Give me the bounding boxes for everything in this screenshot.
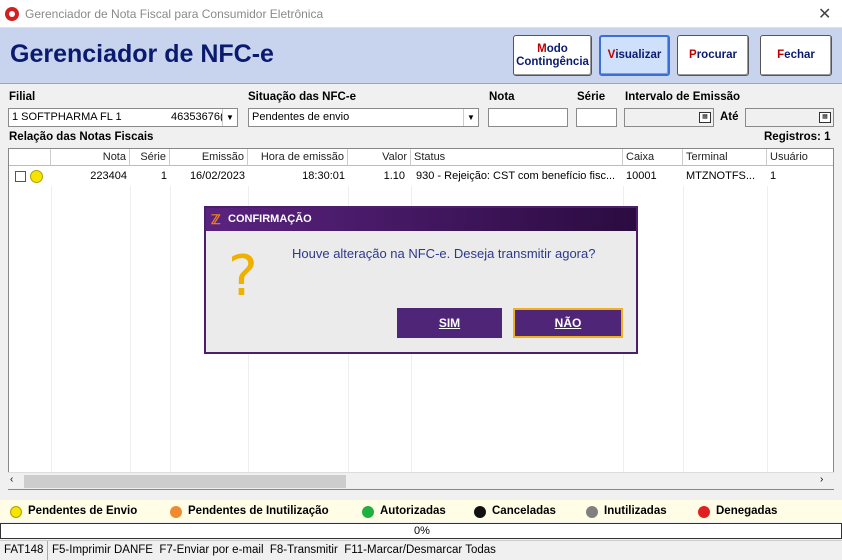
situacao-label: Situação das NFC-e <box>248 91 356 103</box>
situacao-select[interactable]: Pendentes de envio ▼ <box>248 108 479 127</box>
column-header-terminal[interactable]: Terminal <box>683 149 767 166</box>
horizontal-scrollbar[interactable]: ‹ › <box>8 472 834 489</box>
status-bar: FAT148 F5-Imprimir DANFE F7-Enviar por e… <box>0 540 842 560</box>
modo-contingencia-button[interactable]: Modo Contingência <box>513 35 592 76</box>
screen-code: FAT148 <box>0 541 48 560</box>
cell-hora: 18:30:01 <box>302 170 345 182</box>
pendentes-inutilizacao-dot-icon <box>170 506 182 518</box>
contingencia-label: Contingência <box>516 55 589 68</box>
filial-value: 1 SOFTPHARMA FL 1 <box>12 111 122 123</box>
table-row[interactable]: 223404 1 16/02/2023 18:30:01 1.10 930 - … <box>9 167 833 186</box>
dialog-titlebar: ℤ CONFIRMAÇÃO <box>206 208 636 231</box>
date-from-input[interactable]: ▦ <box>624 108 714 127</box>
column-header-select <box>9 149 51 166</box>
progress-text: 0% <box>414 525 430 537</box>
serie-input[interactable] <box>576 108 617 127</box>
fechar-hotkey: F <box>777 49 785 61</box>
legend-denegadas: Denegadas <box>716 505 778 517</box>
pendentes-envio-dot-icon <box>10 506 22 518</box>
situacao-value: Pendentes de envio <box>252 111 350 123</box>
serie-label: Série <box>577 91 606 103</box>
column-header-valor[interactable]: Valor <box>348 149 411 166</box>
chevron-down-icon[interactable]: ▼ <box>463 109 478 126</box>
filial-select[interactable]: 1 SOFTPHARMA FL 1 46353676( ▼ <box>8 108 238 127</box>
cell-status: 930 - Rejeição: CST com benefício fisc..… <box>416 170 616 182</box>
autorizadas-dot-icon <box>362 506 374 518</box>
row-checkbox[interactable] <box>15 171 26 182</box>
nao-button[interactable]: NÃO <box>513 308 623 338</box>
window-titlebar: Gerenciador de Nota Fiscal para Consumid… <box>0 0 842 28</box>
filial-cnpj: 46353676( <box>171 111 224 123</box>
cell-usuario: 1 <box>770 170 777 182</box>
procurar-label: rocurar <box>696 49 737 61</box>
filial-label: Filial <box>9 91 36 103</box>
column-header-hora[interactable]: Hora de emissão <box>248 149 348 166</box>
cell-caixa: 10001 <box>626 170 657 182</box>
window-title: Gerenciador de Nota Fiscal para Consumid… <box>25 7 324 21</box>
inutilizadas-dot-icon <box>586 506 598 518</box>
cell-serie: 1 <box>160 170 167 182</box>
cell-nota: 223404 <box>90 170 127 182</box>
fechar-button[interactable]: Fechar <box>760 35 832 76</box>
nota-input[interactable] <box>488 108 568 127</box>
modo-label: odo <box>546 42 568 55</box>
legend-inutilizadas: Inutilizadas <box>604 505 667 517</box>
app-logo-icon: ℤ <box>211 212 221 227</box>
procurar-button[interactable]: Procurar <box>677 35 749 76</box>
scroll-right-icon[interactable]: › <box>820 474 823 485</box>
question-icon: ? <box>228 244 258 309</box>
date-to-input[interactable]: ▦ <box>745 108 834 127</box>
app-header: Gerenciador de NFC-e Modo Contingência V… <box>0 28 842 84</box>
legend-pendentes-envio: Pendentes de Envio <box>28 505 138 517</box>
list-title: Relação das Notas Fiscais <box>9 131 154 143</box>
scroll-left-icon[interactable]: ‹ <box>10 474 13 485</box>
status-legend: Pendentes de Envio Pendentes de Inutiliz… <box>0 500 842 522</box>
column-header-usuario[interactable]: Usuário <box>767 149 833 166</box>
visualizar-label: isualizar <box>615 49 662 61</box>
column-header-serie[interactable]: Série <box>130 149 170 166</box>
app-icon <box>5 7 19 21</box>
canceladas-dot-icon <box>474 506 486 518</box>
procurar-hotkey: P <box>689 49 697 61</box>
cell-valor: 1.10 <box>383 170 405 182</box>
dialog-title: CONFIRMAÇÃO <box>228 213 312 225</box>
legend-pendentes-inutilizacao: Pendentes de Inutilização <box>188 505 329 517</box>
modo-hotkey: M <box>537 42 547 55</box>
progress-bar: 0% <box>0 523 842 539</box>
confirmation-dialog: ℤ CONFIRMAÇÃO ? Houve alteração na NFC-e… <box>204 206 638 354</box>
column-header-status[interactable]: Status <box>411 149 623 166</box>
chevron-down-icon[interactable]: ▼ <box>222 109 237 126</box>
scrollbar-thumb[interactable] <box>24 475 346 488</box>
denegadas-dot-icon <box>698 506 710 518</box>
cell-emissao: 16/02/2023 <box>189 170 245 182</box>
registros-count: Registros: 1 <box>764 131 831 143</box>
shortcut-hints: F5-Imprimir DANFE F7-Enviar por e-mail F… <box>52 544 496 556</box>
sim-button[interactable]: SIM <box>397 308 502 338</box>
visualizar-hotkey: V <box>607 49 616 61</box>
intervalo-label: Intervalo de Emissão <box>625 91 741 103</box>
column-header-emissao[interactable]: Emissão <box>170 149 248 166</box>
ate-label: Até <box>720 111 739 123</box>
column-header-caixa[interactable]: Caixa <box>623 149 683 166</box>
cell-terminal: MTZNOTFS... <box>686 170 756 182</box>
fechar-label: echar <box>784 49 815 61</box>
nota-label: Nota <box>489 91 515 103</box>
page-title: Gerenciador de NFC-e <box>10 40 274 68</box>
calendar-icon[interactable]: ▦ <box>819 112 831 123</box>
visualizar-button[interactable]: Visualizar <box>599 35 670 76</box>
legend-canceladas: Canceladas <box>492 505 556 517</box>
legend-autorizadas: Autorizadas <box>380 505 446 517</box>
dialog-message: Houve alteração na NFC-e. Deseja transmi… <box>292 246 596 261</box>
status-dot-icon <box>30 170 43 183</box>
calendar-icon[interactable]: ▦ <box>699 112 711 123</box>
close-icon[interactable]: ✕ <box>818 4 831 24</box>
column-header-nota[interactable]: Nota <box>51 149 130 166</box>
